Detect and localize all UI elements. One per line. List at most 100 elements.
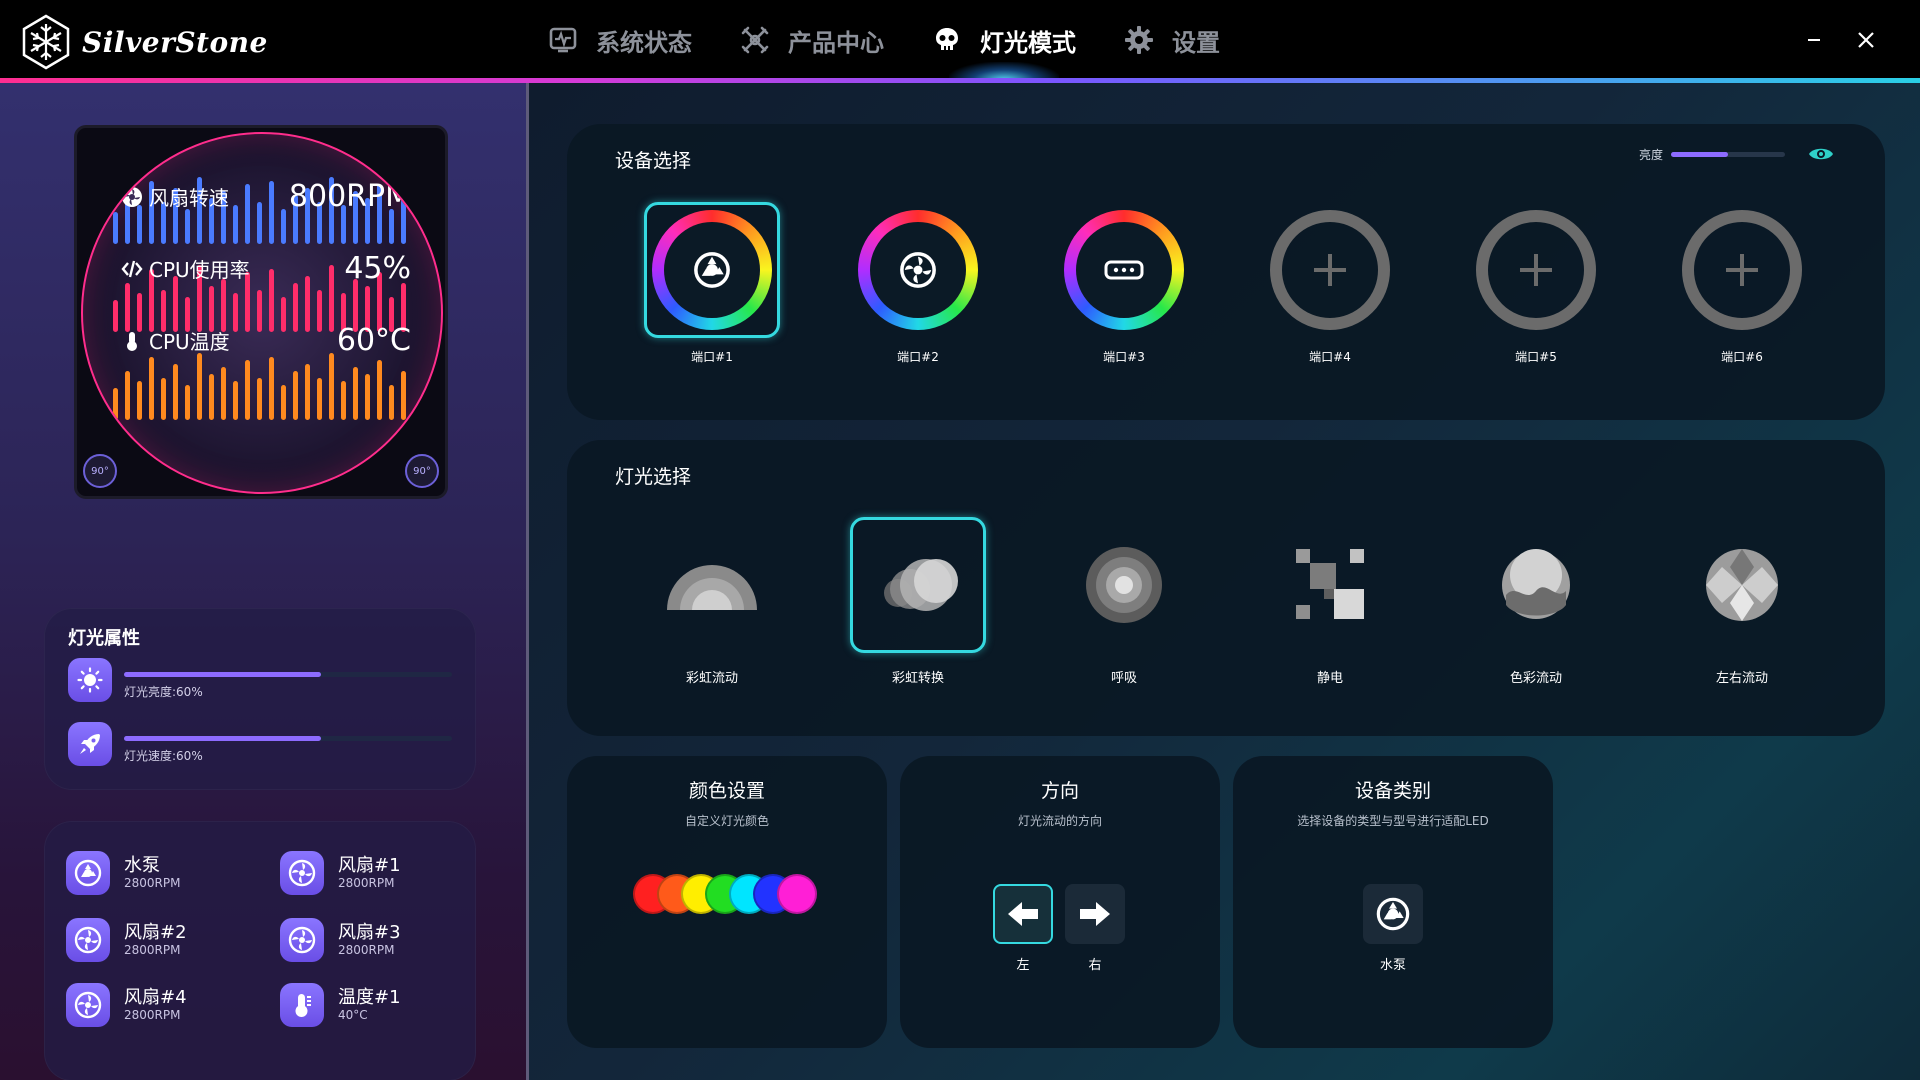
- device-item-fan-3[interactable]: 风扇#3 2800RPM: [280, 918, 401, 962]
- port-label: 端口#3: [1103, 350, 1145, 364]
- card-subtitle: 灯光流动的方向: [1017, 814, 1102, 828]
- rotate-right-button[interactable]: 90°: [405, 454, 439, 488]
- port-1[interactable]: 端口#1: [644, 202, 780, 364]
- fan-icon: [288, 926, 316, 954]
- device-name: 风扇#3: [338, 922, 401, 943]
- device-item-temp-1[interactable]: 温度#1 40°C: [280, 983, 401, 1027]
- effect-side-flow[interactable]: 左右流动: [1674, 517, 1810, 686]
- effect-static[interactable]: 静电: [1262, 517, 1398, 686]
- effect-frame: [1468, 517, 1604, 653]
- lcd-value: 800RPM: [288, 179, 411, 214]
- cpu-temp-bars: [113, 350, 413, 420]
- tab-settings[interactable]: 设置: [1124, 0, 1220, 80]
- eq-bar: [353, 367, 358, 420]
- eq-bar: [125, 371, 130, 420]
- effect-frame: [644, 517, 780, 653]
- tab-system-status[interactable]: 系统状态: [548, 0, 692, 80]
- eq-bar: [161, 378, 166, 420]
- eye-icon[interactable]: [1807, 144, 1835, 164]
- direction-left-button[interactable]: [993, 884, 1053, 944]
- card-title: 灯光选择: [615, 466, 692, 488]
- direction-right-button[interactable]: [1065, 884, 1125, 944]
- port-label: 端口#1: [691, 350, 733, 364]
- eq-bar: [149, 357, 154, 420]
- code-icon: [121, 260, 143, 277]
- port-ring-frame: [1674, 202, 1810, 338]
- eq-bar: [113, 212, 118, 244]
- device-name: 温度#1: [338, 987, 401, 1008]
- speed-icon-button[interactable]: [68, 722, 112, 766]
- rotate-left-button[interactable]: 90°: [83, 454, 117, 488]
- close-button[interactable]: [1848, 22, 1884, 58]
- thermometer-icon: [127, 331, 137, 351]
- global-brightness: 亮度: [1639, 144, 1835, 164]
- rotate-right-label: 90°: [413, 465, 431, 477]
- port-2[interactable]: 端口#2: [850, 202, 986, 364]
- thermometer-icon: [295, 994, 311, 1017]
- port-3[interactable]: 端口#3: [1056, 202, 1192, 364]
- eq-bar: [305, 276, 310, 332]
- port-ring-frame: [644, 202, 780, 338]
- card-subtitle: 选择设备的类型与型号进行适配LED: [1297, 814, 1489, 828]
- title-bar: SilverStone 系统状态 产品中心 灯光模式 设置: [0, 0, 1920, 80]
- eq-bar: [305, 364, 310, 420]
- eq-bar: [221, 367, 226, 420]
- lcd-label: CPU温度: [149, 330, 230, 354]
- tab-light-mode[interactable]: 灯光模式: [932, 0, 1076, 80]
- effect-frame: [1262, 517, 1398, 653]
- fan-icon: [122, 186, 142, 207]
- color-flow-icon: [1502, 549, 1570, 619]
- speed-slider[interactable]: [124, 736, 452, 741]
- eq-bar: [317, 378, 322, 420]
- lcd-value: 45%: [344, 251, 411, 286]
- sun-icon: [77, 667, 103, 693]
- plus-icon: [1726, 254, 1758, 286]
- brightness-slider[interactable]: [124, 672, 452, 677]
- device-item-fan-4[interactable]: 风扇#4 2800RPM: [66, 983, 187, 1027]
- logo-text: SilverStone: [82, 25, 268, 59]
- device-item-pump[interactable]: 水泵 2800RPM: [66, 851, 180, 895]
- minimize-button[interactable]: [1796, 22, 1832, 58]
- port-5[interactable]: 端口#5: [1468, 202, 1604, 364]
- port-4[interactable]: 端口#4: [1262, 202, 1398, 364]
- effect-breathing[interactable]: 呼吸: [1056, 517, 1192, 686]
- device-item-fan-2[interactable]: 风扇#2 2800RPM: [66, 918, 187, 962]
- eq-bar: [221, 279, 226, 332]
- port-label: 端口#4: [1309, 350, 1351, 364]
- card-title: 灯光属性: [68, 628, 140, 649]
- tab-product-center[interactable]: 产品中心: [740, 0, 884, 80]
- global-brightness-slider[interactable]: [1671, 151, 1786, 157]
- thermometer-icon-tile: [280, 983, 324, 1027]
- device-reading: 2800RPM: [124, 943, 181, 957]
- fan-icon-tile: [280, 851, 324, 895]
- eq-bar: [281, 385, 286, 420]
- brightness-icon-button[interactable]: [68, 658, 112, 702]
- fan-icon: [288, 859, 316, 887]
- device-item-fan-1[interactable]: 风扇#1 2800RPM: [280, 851, 401, 895]
- eq-bar: [401, 371, 406, 420]
- eq-bar: [257, 378, 262, 420]
- snowflake-logo-icon: [22, 14, 70, 70]
- pump-icon: [74, 859, 102, 887]
- effect-color-flow[interactable]: 色彩流动: [1468, 517, 1604, 686]
- main-nav: 系统状态 产品中心 灯光模式 设置: [548, 0, 1268, 80]
- lcd-cpu-usage: CPU使用率 45%: [121, 251, 411, 286]
- eq-bar: [269, 357, 274, 420]
- rainbow-ring: [652, 210, 772, 330]
- plus-icon: [1314, 254, 1346, 286]
- eq-bar: [281, 209, 286, 244]
- fan-icon-tile: [280, 918, 324, 962]
- lcd-fan-speed: 风扇转速 800RPM: [121, 179, 411, 214]
- color-swatch[interactable]: [777, 874, 817, 914]
- effect-rainbow-shift[interactable]: 彩虹转换: [850, 517, 986, 686]
- device-type-pump-button[interactable]: [1363, 884, 1423, 944]
- port-6[interactable]: 端口#6: [1674, 202, 1810, 364]
- effect-label: 静电: [1316, 671, 1343, 686]
- eq-bar: [185, 385, 190, 420]
- effect-label: 彩虹转换: [891, 671, 944, 686]
- light-properties-card: 灯光属性 灯光亮度:60% 灯光速度:60%: [44, 608, 476, 790]
- close-icon: [1858, 32, 1874, 48]
- brightness-label: 亮度: [1639, 147, 1664, 162]
- effect-rainbow-flow[interactable]: 彩虹流动: [644, 517, 780, 686]
- port-label: 端口#6: [1721, 350, 1763, 364]
